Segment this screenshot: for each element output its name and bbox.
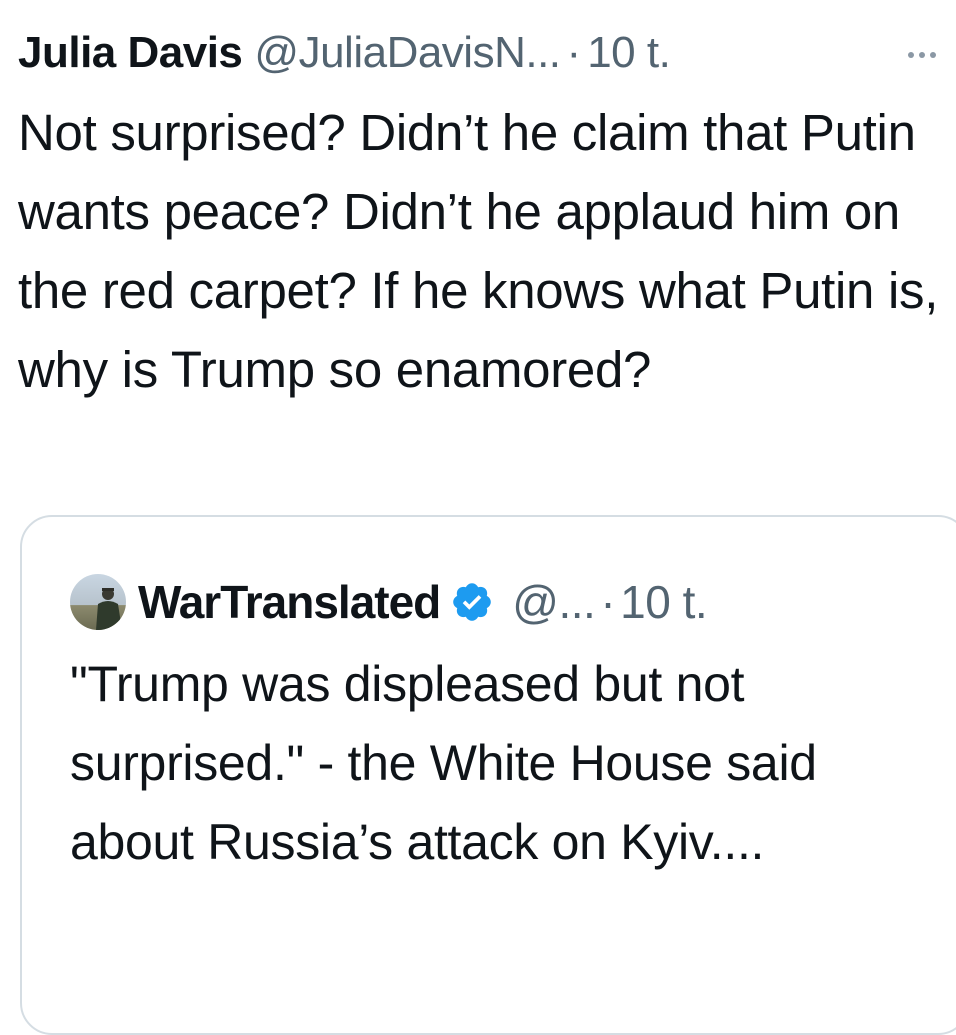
author-name[interactable]: Julia Davis [18,18,243,88]
quoted-author-handle[interactable]: @... [512,575,596,629]
avatar[interactable] [70,574,126,630]
quoted-tweet[interactable]: WarTranslated @... · 10 t. "Trump was di… [20,515,956,1035]
quoted-author-name[interactable]: WarTranslated [138,575,441,629]
separator-dot: · [566,28,582,77]
quoted-tweet-header: WarTranslated @... · 10 t. [70,572,708,632]
avatar-image [70,574,126,630]
quoted-tweet-text: "Trump was displeased but not surprised.… [70,656,817,870]
separator-dot: · [600,576,616,628]
quoted-timestamp[interactable]: 10 t. [620,575,708,629]
tweet-text: Not surprised? Didn’t he claim that Puti… [18,104,939,398]
author-handle[interactable]: @JuliaDavisN... [254,18,561,88]
timestamp[interactable]: 10 t. [587,18,671,88]
tweet-header: Julia Davis @JuliaDavisN... · 10 t. [18,18,936,88]
tweet[interactable]: Julia Davis @JuliaDavisN... · 10 t. Not … [0,0,956,1035]
more-options-icon[interactable] [908,48,936,58]
verified-badge-icon [453,583,492,621]
